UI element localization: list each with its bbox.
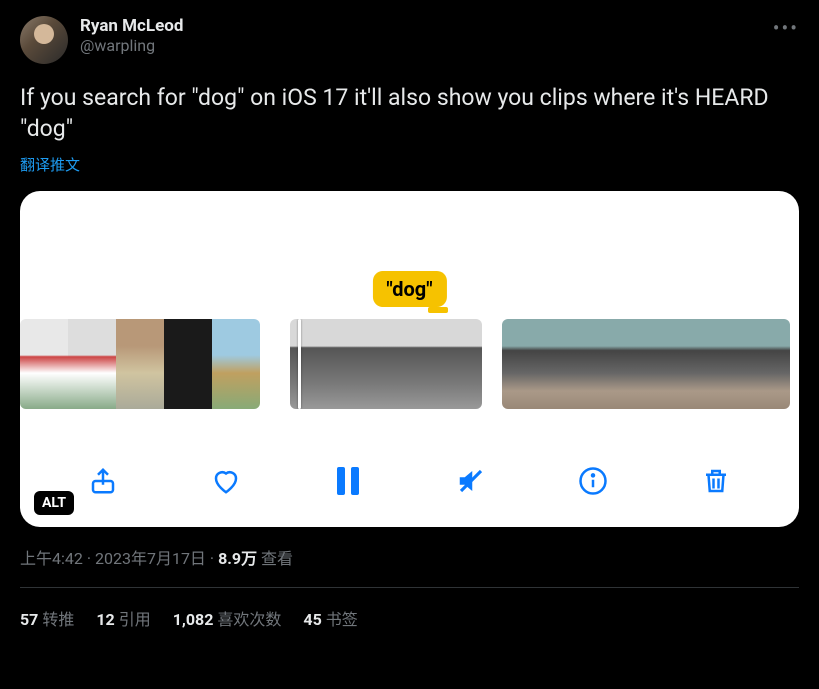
display-name: Ryan McLeod <box>80 16 183 36</box>
clip-frame <box>116 319 164 409</box>
tweet-stats: 57转推 12 引用 1,082喜欢次数 45 书签 <box>20 588 799 630</box>
playhead[interactable] <box>298 319 301 409</box>
clip-frame <box>164 319 212 409</box>
tweet-time[interactable]: 上午4:42 <box>20 549 83 568</box>
info-icon[interactable] <box>575 463 611 499</box>
clip-timeline[interactable] <box>20 319 799 409</box>
avatar[interactable] <box>20 16 68 64</box>
trash-icon[interactable] <box>698 463 734 499</box>
views-count: 8.9万 <box>218 549 257 568</box>
tweet-meta: 上午4:42 · 2023年7月17日 · 8.9万 查看 <box>20 545 799 569</box>
search-term-badge: "dog" <box>372 271 446 307</box>
share-icon[interactable] <box>85 463 121 499</box>
translate-link[interactable]: 翻译推文 <box>20 154 799 175</box>
media-toolbar <box>20 463 799 499</box>
clip-frame <box>550 319 598 409</box>
clip-frame <box>502 319 550 409</box>
stat-count: 45 <box>303 610 321 629</box>
stat-count: 1,082 <box>173 610 214 629</box>
clip-frame <box>20 319 68 409</box>
tweet-text: If you search for "dog" on iOS 17 it'll … <box>20 82 799 144</box>
stat-label: 转推 <box>42 610 74 629</box>
stat-retweets[interactable]: 57转推 <box>20 606 74 630</box>
clip-group[interactable] <box>290 319 482 409</box>
stat-bookmarks[interactable]: 45 书签 <box>303 606 357 630</box>
stat-count: 57 <box>20 610 38 629</box>
clip-frame <box>68 319 116 409</box>
clip-group[interactable] <box>502 319 790 409</box>
clip-group[interactable] <box>20 319 260 409</box>
heart-icon[interactable] <box>208 463 244 499</box>
clip-frame <box>212 319 260 409</box>
media-card[interactable]: "dog" <box>20 191 799 527</box>
views-label: 查看 <box>261 549 293 568</box>
stat-label: 书签 <box>326 610 358 629</box>
badge-tick <box>428 307 448 313</box>
more-icon[interactable]: ••• <box>773 16 799 40</box>
clip-frame <box>694 319 742 409</box>
pause-icon[interactable] <box>330 463 366 499</box>
clip-frame <box>742 319 790 409</box>
stat-label: 引用 <box>119 610 151 629</box>
mute-icon[interactable] <box>453 463 489 499</box>
alt-badge[interactable]: ALT <box>34 491 74 515</box>
clip-frame <box>338 319 386 409</box>
author-names[interactable]: Ryan McLeod @warpling <box>80 16 183 55</box>
handle: @warpling <box>80 36 183 55</box>
stat-count: 12 <box>96 610 114 629</box>
stat-quotes[interactable]: 12 引用 <box>96 606 150 630</box>
clip-frame <box>386 319 434 409</box>
stat-likes[interactable]: 1,082喜欢次数 <box>173 606 282 630</box>
tweet-header: Ryan McLeod @warpling ••• <box>20 16 799 64</box>
clip-frame <box>434 319 482 409</box>
tweet-date[interactable]: 2023年7月17日 <box>95 549 206 568</box>
stat-label: 喜欢次数 <box>217 610 281 629</box>
clip-frame <box>598 319 646 409</box>
clip-frame <box>646 319 694 409</box>
tweet-container: Ryan McLeod @warpling ••• If you search … <box>0 0 819 646</box>
